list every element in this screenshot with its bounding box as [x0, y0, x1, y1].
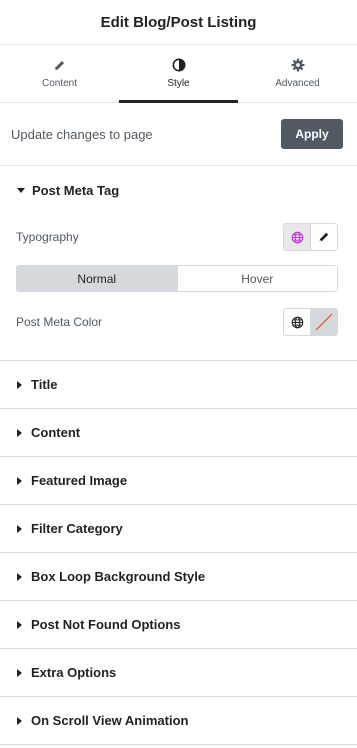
tab-advanced[interactable]: Advanced	[238, 45, 357, 102]
typography-buttons	[283, 223, 338, 251]
section-header[interactable]: Title	[0, 361, 357, 408]
section-post-not-found[interactable]: Post Not Found Options	[0, 601, 357, 649]
tab-advanced-label: Advanced	[275, 78, 320, 89]
section-header[interactable]: Extra Options	[0, 649, 357, 696]
section-header[interactable]: Post Not Found Options	[0, 601, 357, 648]
section-header[interactable]: Featured Image	[0, 457, 357, 504]
section-post-meta-tag: Post Meta Tag Typography Normal Hover Po…	[0, 166, 357, 361]
edit-typography-button[interactable]	[310, 224, 337, 250]
caret-right-icon	[17, 620, 22, 629]
section-filter-category[interactable]: Filter Category	[0, 505, 357, 553]
no-color-icon	[315, 313, 333, 331]
pencil-icon	[54, 60, 65, 70]
global-color-button[interactable]	[284, 309, 310, 335]
tab-content-label: Content	[41, 77, 78, 89]
pencil-icon	[319, 232, 329, 242]
caret-right-icon	[17, 716, 22, 725]
section-header-post-meta-tag[interactable]: Post Meta Tag	[0, 166, 357, 214]
panel-header: Edit Blog/Post Listing	[0, 0, 357, 45]
section-extra-options[interactable]: Extra Options	[0, 649, 357, 697]
color-picker-swatch[interactable]	[310, 309, 337, 335]
section-title: Post Not Found Options	[31, 617, 181, 632]
section-box-loop-background[interactable]: Box Loop Background Style	[0, 553, 357, 601]
post-meta-color-label: Post Meta Color	[16, 315, 103, 329]
section-header[interactable]: On Scroll View Animation	[0, 697, 357, 744]
post-meta-color-control: Post Meta Color	[0, 302, 357, 360]
section-title: Content	[31, 425, 81, 440]
section-title: Post Meta Tag	[32, 182, 120, 198]
section-title: Extra Options	[31, 665, 117, 680]
caret-right-icon	[17, 572, 22, 581]
tab-style-label: Style	[167, 78, 190, 89]
caret-right-icon	[17, 380, 22, 389]
section-content-style[interactable]: Content	[0, 409, 357, 457]
globe-icon	[291, 231, 303, 243]
caret-right-icon	[17, 476, 22, 485]
caret-right-icon	[17, 428, 22, 437]
gear-icon	[290, 58, 305, 72]
typography-label: Typography	[16, 230, 79, 244]
apply-button[interactable]: Apply	[281, 119, 343, 149]
panel-tabs: Content Style Advanced	[0, 45, 357, 103]
panel-title: Edit Blog/Post Listing	[100, 13, 257, 31]
caret-down-icon	[17, 187, 25, 193]
section-title: Featured Image	[31, 473, 128, 488]
tab-style[interactable]: Style	[119, 45, 238, 103]
state-switch: Normal Hover	[16, 265, 338, 292]
section-title-style[interactable]: Title	[0, 361, 357, 409]
section-featured-image[interactable]: Featured Image	[0, 457, 357, 505]
state-hover-tab[interactable]: Hover	[176, 266, 337, 291]
section-scroll-animation[interactable]: On Scroll View Animation	[0, 697, 357, 745]
globe-icon	[291, 316, 303, 328]
update-bar: Update changes to page Apply	[0, 103, 357, 166]
section-title: Box Loop Background Style	[31, 569, 206, 584]
section-header[interactable]: Box Loop Background Style	[0, 553, 357, 600]
state-switch-wrapper: Normal Hover	[0, 260, 357, 302]
caret-right-icon	[17, 668, 22, 677]
color-buttons	[283, 308, 338, 336]
section-title: Title	[31, 377, 58, 392]
contrast-icon	[172, 58, 185, 72]
global-typography-button[interactable]	[284, 224, 310, 250]
tab-content[interactable]: Content	[0, 45, 119, 102]
update-label: Update changes to page	[11, 126, 153, 142]
caret-right-icon	[17, 524, 22, 533]
section-title: On Scroll View Animation	[31, 713, 189, 728]
section-header[interactable]: Content	[0, 409, 357, 456]
section-header[interactable]: Filter Category	[0, 505, 357, 552]
section-title: Filter Category	[31, 521, 123, 536]
state-normal-tab[interactable]: Normal	[17, 266, 177, 291]
typography-control: Typography	[0, 214, 357, 260]
